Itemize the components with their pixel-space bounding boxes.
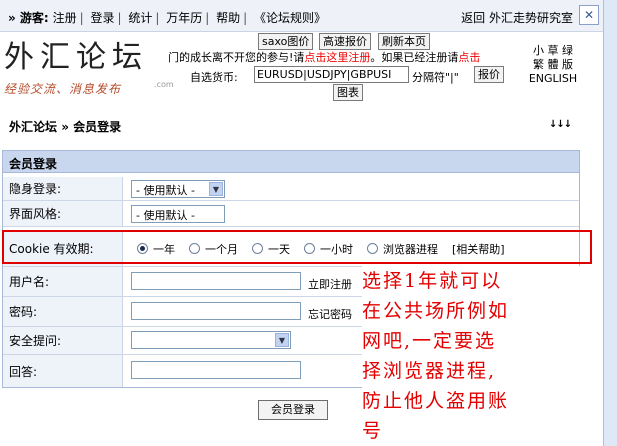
logo-slogan: 经验交流、消息发布 (4, 82, 122, 96)
hidden-login-row: 隐身登录: - 使用默认 - ▼ (3, 177, 579, 201)
annotation-line: 网吧,一定要选 (362, 330, 497, 352)
style-select[interactable]: - 使用默认 - (131, 205, 225, 223)
annotation-line: 在公共场所例如 (362, 300, 510, 322)
breadcrumb-sep: » (61, 120, 69, 134)
nav-link-rules[interactable]: 《论坛规则》 (254, 11, 326, 25)
refresh-button[interactable]: 刷新本页 (378, 33, 430, 50)
login-panel-title: 会员登录 (3, 151, 579, 173)
style-switch-line[interactable]: 小 草 绿 (528, 44, 578, 58)
answer-input[interactable] (131, 361, 301, 379)
nav-link-register[interactable]: 注册 (53, 11, 77, 25)
return-link[interactable]: 返回 外汇走势研究室 (461, 9, 573, 26)
currency-input[interactable]: EURUSD|USDJPY|GBPUSI (254, 66, 409, 83)
separator-note: 分隔符"|" (412, 71, 459, 84)
quote-button[interactable]: 报价 (474, 66, 504, 83)
language-options: 小 草 绿 繁 體 版 ENGLISH (528, 44, 578, 86)
username-label: 用户名: (3, 267, 123, 296)
saxo-chart-button[interactable]: saxo图价 (258, 33, 314, 50)
handwritten-annotation: 选择1年就可以 在公共场所例如 网吧,一定要选 择浏览器进程, 防止他人盗用账 … (362, 266, 587, 446)
register-link[interactable]: 点击这里注册 (304, 51, 370, 64)
password-input[interactable] (131, 302, 301, 320)
hidden-login-label: 隐身登录: (3, 177, 123, 200)
logo-title: 外汇论坛 (4, 40, 148, 75)
annotation-line: 择浏览器进程, (362, 360, 497, 382)
hidden-login-select[interactable]: - 使用默认 - ▼ (131, 180, 225, 198)
login-submit-button[interactable]: 会员登录 (258, 400, 328, 420)
style-label: 界面风格: (3, 201, 123, 226)
forgot-password-link[interactable]: 忘记密码 (308, 306, 352, 322)
register-now-link[interactable]: 立即注册 (308, 276, 352, 292)
promo-prefix: 门的成长离不开您的参与!请 (168, 51, 305, 64)
traditional-switch-line[interactable]: 繁 體 版 (528, 58, 578, 72)
breadcrumb-page: 会员登录 (73, 120, 122, 134)
expand-arrows-icon[interactable]: ↓↓↓ (549, 119, 572, 130)
security-label: 安全提问: (3, 327, 123, 354)
vertical-scrollbar[interactable] (603, 0, 617, 446)
nav-link-stats[interactable]: 统计 (128, 11, 152, 25)
guest-label: » 游客: (8, 11, 49, 25)
currency-label: 自选货币: (190, 71, 238, 84)
breadcrumb-forum[interactable]: 外汇论坛 (9, 120, 57, 134)
username-input[interactable] (131, 272, 301, 290)
nav-link-calendar[interactable]: 万年历 (166, 11, 202, 25)
style-row: 界面风格: - 使用默认 - (3, 201, 579, 227)
chart-button[interactable]: 图表 (333, 84, 363, 101)
close-icon[interactable]: ✕ (579, 5, 599, 25)
breadcrumb: 外汇论坛 » 会员登录 (9, 118, 121, 135)
annotation-line: 选择1年就可以 (362, 270, 503, 292)
promo-middle: 。如果已经注册请 (370, 51, 459, 64)
fast-quote-button[interactable]: 高速报价 (319, 33, 371, 50)
password-label: 密码: (3, 297, 123, 326)
top-links: » 游客: 注册 | 登录 | 统计 | 万年历 | 帮助 | 《论坛规则》 (8, 11, 327, 25)
login-link[interactable]: 点击 (458, 51, 480, 64)
cookie-highlight-box (2, 230, 592, 264)
style-value: - 使用默认 - (136, 209, 195, 222)
answer-label: 回答: (3, 355, 123, 387)
nav-link-login[interactable]: 登录 (90, 11, 114, 25)
annotation-line: 防止他人盗用账 (362, 390, 510, 412)
register-promo: 门的成长离不开您的参与!请点击这里注册。如果已经注册请点击 (168, 49, 480, 65)
annotation-line: 号 (362, 420, 384, 442)
english-link[interactable]: ENGLISH (528, 72, 578, 86)
nav-link-help[interactable]: 帮助 (216, 11, 240, 25)
chevron-down-icon: ▼ (275, 333, 289, 347)
hidden-login-value: - 使用默认 - (136, 184, 195, 197)
top-nav-bar: » 游客: 注册 | 登录 | 统计 | 万年历 | 帮助 | 《论坛规则》 返回 外汇走… (0, 0, 603, 32)
chevron-down-icon: ▼ (209, 182, 223, 196)
forum-logo[interactable]: 外汇论坛 经验交流、消息发布 .com (4, 40, 174, 102)
logo-domain: .com (154, 80, 174, 89)
security-question-select[interactable]: ▼ (131, 331, 291, 349)
